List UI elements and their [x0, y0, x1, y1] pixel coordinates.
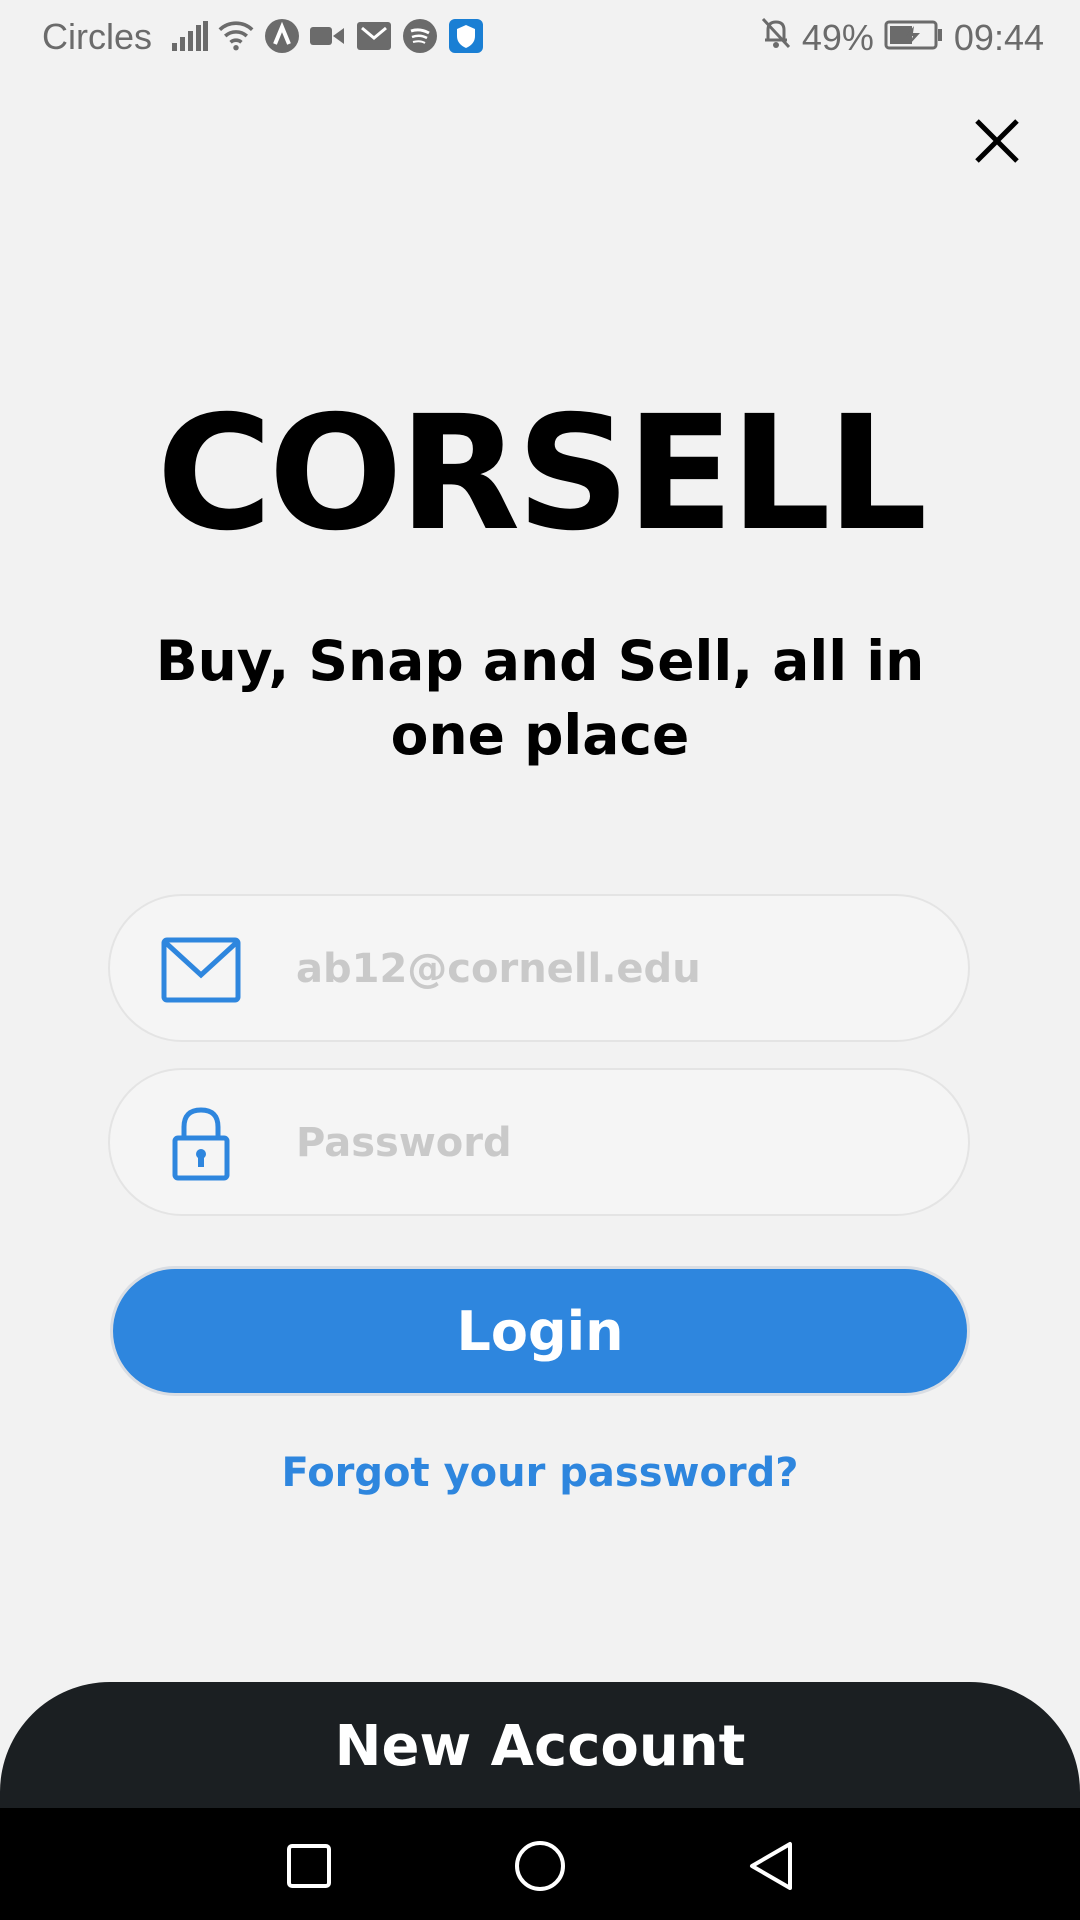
- mail-icon: [160, 934, 242, 1006]
- close-button[interactable]: [966, 112, 1028, 174]
- battery-percent: 49%: [801, 16, 874, 58]
- navigation-bar: [0, 1808, 1080, 1920]
- status-icons: [172, 18, 484, 54]
- forgot-password-link[interactable]: Forgot your password?: [0, 1450, 1080, 1496]
- carrier-label: Circles: [42, 16, 153, 57]
- login-button[interactable]: Login: [110, 1266, 970, 1396]
- wifi-icon: [218, 18, 254, 54]
- lock-icon: [160, 1107, 242, 1181]
- bell-off-icon: [760, 16, 792, 59]
- recents-icon[interactable]: [279, 1836, 339, 1896]
- clock: 09:44: [953, 16, 1044, 58]
- status-bar: Circles 49% 09:44: [0, 0, 1080, 74]
- app-logo: CORSELL: [156, 382, 927, 566]
- new-account-button[interactable]: New Account: [0, 1682, 1080, 1810]
- spotify-icon: [402, 18, 438, 54]
- gmail-icon: [356, 18, 392, 54]
- email-input[interactable]: [294, 936, 918, 1002]
- email-field[interactable]: [108, 894, 970, 1042]
- status-right: 49% 09:44: [760, 16, 1044, 59]
- tagline: Buy, Snap and Sell, all in one place: [155, 629, 925, 767]
- app-a-icon: [264, 18, 300, 54]
- password-input[interactable]: [294, 1110, 918, 1176]
- back-icon[interactable]: [740, 1836, 800, 1896]
- video-icon: [310, 18, 346, 54]
- close-icon: [973, 117, 1021, 169]
- home-icon[interactable]: [510, 1836, 570, 1896]
- password-field[interactable]: [108, 1068, 970, 1216]
- battery-charging-icon: [884, 17, 944, 59]
- signal-icon: [172, 18, 208, 54]
- shield-icon: [448, 18, 484, 54]
